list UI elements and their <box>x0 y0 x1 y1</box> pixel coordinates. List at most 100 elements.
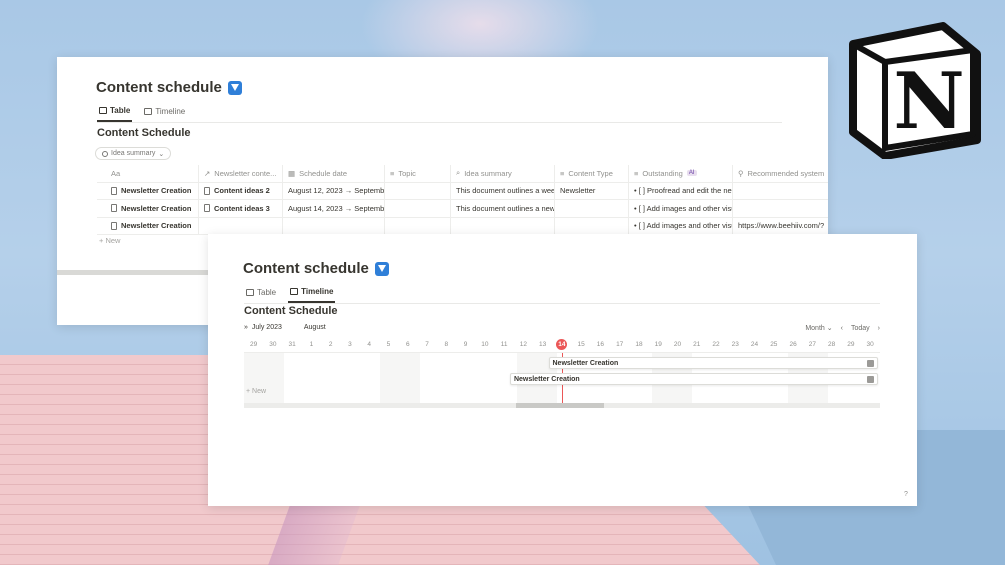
current-month-label: July 2023 <box>251 324 282 331</box>
page-icon <box>111 204 117 213</box>
day-number: 26 <box>789 341 797 348</box>
table-row[interactable]: Newsletter Creation Content ideas 3 Augu… <box>97 200 828 218</box>
cell-text: August 12, 2023 → September <box>288 186 385 196</box>
table-cell[interactable] <box>733 183 828 200</box>
table-cell[interactable] <box>283 217 385 234</box>
column-header[interactable]: ≡ Content Type <box>555 165 629 182</box>
page-title-text: Content schedule <box>96 79 222 96</box>
day-label: 27 <box>803 339 822 351</box>
next-icon[interactable]: › <box>878 325 880 332</box>
day-number: 3 <box>348 341 352 348</box>
table-cell[interactable] <box>385 200 451 217</box>
table-cell[interactable] <box>733 200 828 217</box>
column-header[interactable]: ≡ Topic <box>385 165 451 182</box>
day-number: 7 <box>425 341 429 348</box>
column-header-label: Topic <box>398 168 416 178</box>
table-cell[interactable]: Newsletter Creation <box>97 217 199 234</box>
day-label: 25 <box>764 339 783 351</box>
view-select[interactable]: Month ⌄ <box>805 324 832 332</box>
column-header[interactable]: ≡ Outstanding AI <box>629 165 733 182</box>
database-title: Content Schedule <box>97 127 191 139</box>
day-number: 28 <box>827 341 836 348</box>
day-number: 16 <box>596 341 605 348</box>
tab-table-label: Table <box>110 106 131 115</box>
table-cell[interactable] <box>555 217 629 234</box>
table-cell[interactable]: https://www.beehiiv.com/? <box>733 218 828 235</box>
column-header[interactable]: ↗ Newsletter conte... <box>199 165 283 182</box>
day-number: 27 <box>808 341 816 348</box>
day-number: 13 <box>539 341 547 348</box>
table-cell[interactable]: Content ideas 3 <box>199 200 283 217</box>
table-cell[interactable]: August 12, 2023 → September <box>283 182 385 199</box>
cell-text: https://www.beehiiv.com/? <box>738 221 825 231</box>
table-cell[interactable]: Newsletter Creation <box>97 200 199 217</box>
timeline-bar[interactable]: Newsletter Creation <box>509 373 878 385</box>
tab-timeline-label: Timeline <box>301 287 334 296</box>
tab-table[interactable]: Table <box>244 284 278 303</box>
next-month-label: August <box>303 324 326 331</box>
new-row-button[interactable]: + New <box>246 388 266 395</box>
timeline-bar[interactable]: Newsletter Creation <box>548 357 878 369</box>
day-label: 24 <box>745 339 764 351</box>
horizontal-scrollbar[interactable] <box>516 403 604 408</box>
cell-text: Content ideas 3 <box>214 203 270 213</box>
table-cell[interactable]: August 14, 2023 → September <box>283 200 385 217</box>
calendar-icon: ▦ <box>288 168 296 178</box>
prev-icon[interactable]: ‹ <box>841 325 843 332</box>
view-select-label: Month <box>805 325 825 332</box>
table-cell[interactable]: • [ ] Proofread and edit the nev <box>629 182 733 199</box>
open-icon[interactable] <box>866 360 874 367</box>
day-label: 6 <box>398 339 417 351</box>
ai-badge: AI <box>686 170 697 177</box>
table-cell[interactable] <box>555 200 629 217</box>
table-row[interactable]: Newsletter Creation Content ideas 2 Augu… <box>97 182 828 200</box>
table-cell[interactable] <box>385 182 451 199</box>
column-header[interactable]: ⌕ Idea summary <box>451 165 555 182</box>
open-icon[interactable] <box>866 376 874 383</box>
table-cell[interactable]: This document outlines a news <box>451 200 555 217</box>
day-label: 30 <box>861 339 880 351</box>
day-label: 31 <box>283 339 302 351</box>
timeline-controls: Month ⌄ ‹ Today › <box>805 324 880 333</box>
column-header[interactable]: Aa <box>97 165 199 182</box>
day-number: 30 <box>866 341 874 348</box>
day-label: 9 <box>456 339 475 351</box>
cell-text: Newsletter Creation <box>121 186 192 196</box>
help-button[interactable]: ? <box>901 491 911 501</box>
column-header-label: Schedule date <box>299 168 348 178</box>
table-cell[interactable]: • [ ] Add images and other visu <box>629 200 733 217</box>
day-number: 20 <box>673 341 682 348</box>
column-header[interactable]: ⚲ Recommended system <box>733 165 828 182</box>
table-cell[interactable] <box>451 217 555 234</box>
table-cell[interactable] <box>199 217 283 234</box>
table-cell[interactable]: This document outlines a week <box>451 182 555 199</box>
table-cell[interactable]: Newsletter <box>555 182 629 199</box>
timeline-view-window: Content schedule Table Timeline Content … <box>208 234 917 506</box>
tab-table[interactable]: Table <box>97 103 133 122</box>
timeline-grid: Newsletter Creation Newsletter Creation <box>244 352 880 404</box>
collapse-icon[interactable]: » <box>244 324 248 331</box>
day-label: 29 <box>244 339 263 351</box>
new-row-button[interactable]: + New <box>99 236 120 245</box>
page-icon <box>204 204 210 213</box>
table-cell[interactable] <box>385 217 451 234</box>
tab-timeline[interactable]: Timeline <box>142 103 187 122</box>
today-button[interactable]: Today <box>851 325 870 332</box>
day-number: 15 <box>577 341 585 348</box>
day-number: 30 <box>269 341 277 348</box>
table-cell[interactable]: • [ ] Add images and other visu <box>629 217 733 234</box>
table-row[interactable]: Newsletter Creation • [ ] Add images and… <box>97 217 828 235</box>
tab-timeline[interactable]: Timeline <box>288 284 336 303</box>
day-label: 2 <box>321 339 340 351</box>
column-header-label: Newsletter conte... <box>214 168 277 178</box>
horizontal-scrollbar[interactable] <box>57 270 217 275</box>
column-header[interactable]: ▦ Schedule date <box>283 165 385 182</box>
filter-label: Idea summary <box>111 150 156 157</box>
cell-text: • [ ] Proofread and edit the nev <box>634 186 733 196</box>
weekend-shade <box>244 353 284 404</box>
filter-chip[interactable]: Idea summary ⌄ <box>95 147 172 160</box>
table-cell[interactable]: Content ideas 2 <box>199 182 283 199</box>
table-cell[interactable]: Newsletter Creation <box>97 182 199 199</box>
view-tabs: Table Timeline <box>97 103 782 123</box>
day-number: 29 <box>847 341 855 348</box>
